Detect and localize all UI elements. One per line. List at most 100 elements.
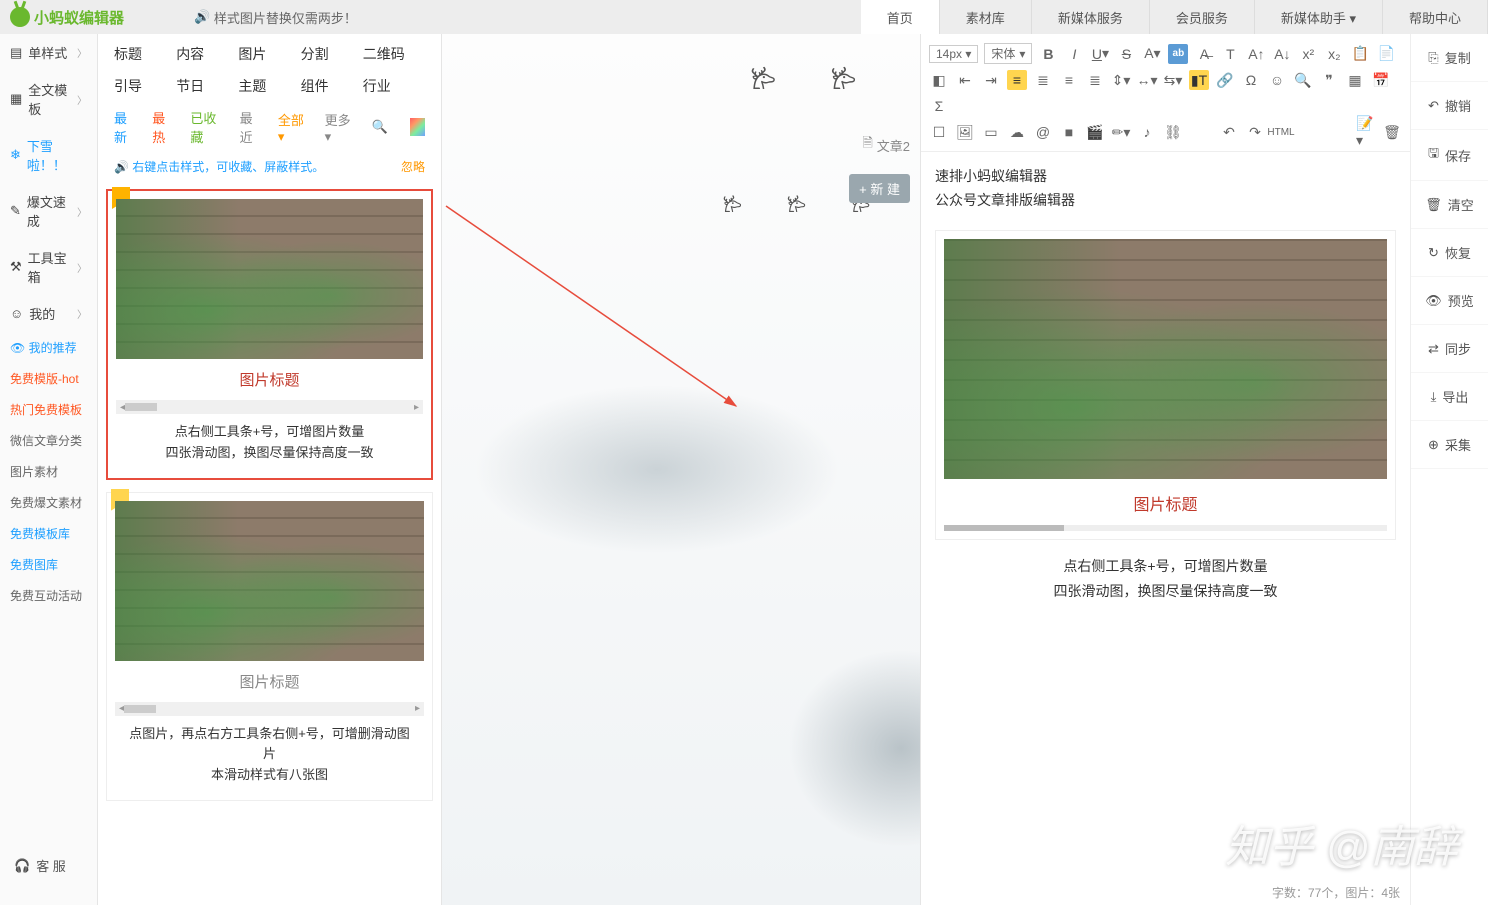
sidebar-item[interactable]: ⚒工具宝箱〉 <box>0 239 97 295</box>
category-tab[interactable]: 行业 <box>363 76 425 96</box>
copy-icon[interactable]: 📄 <box>1376 44 1396 64</box>
topnav-item[interactable]: 会员服务 <box>1150 0 1255 34</box>
card-image[interactable] <box>116 199 423 359</box>
link-icon[interactable]: 🔗 <box>1215 70 1235 90</box>
italic-icon[interactable]: I <box>1064 44 1084 64</box>
subscript-icon[interactable]: x₂ <box>1324 44 1344 64</box>
sidebar-sub-item[interactable]: 免费模板库 <box>0 518 97 549</box>
ignore-button[interactable]: 忽略 <box>401 158 425 175</box>
emoji-icon[interactable]: ☺ <box>1267 70 1287 90</box>
sidebar-item[interactable]: ❄下雪啦！！ <box>0 127 97 183</box>
action-导出[interactable]: ⤓导出 <box>1411 373 1488 421</box>
topnav-item[interactable]: 新媒体助手 ▾ <box>1255 0 1383 34</box>
letter-spacing-icon[interactable]: ⇆▾ <box>1163 70 1183 90</box>
sidebar-sub-item[interactable]: 免费互动活动 <box>0 580 97 611</box>
spacing-icon[interactable]: ↔▾ <box>1137 70 1157 90</box>
edit-icon[interactable]: 📝▾ <box>1356 122 1376 142</box>
font-size-select[interactable]: 14px ▾ <box>929 45 978 63</box>
align-right-icon[interactable]: ≡ <box>1059 70 1079 90</box>
trash-icon[interactable]: 🗑 <box>1382 122 1402 142</box>
card-title[interactable]: 图片标题 <box>944 479 1387 521</box>
sidebar-item[interactable]: ▤单样式〉 <box>0 34 97 71</box>
filter-latest[interactable]: 最新 <box>114 108 136 146</box>
eraser-icon[interactable]: ◧ <box>929 70 949 90</box>
align-center-icon[interactable]: ≣ <box>1033 70 1053 90</box>
category-tab[interactable]: 组件 <box>301 76 363 96</box>
quote-icon[interactable]: ❞ <box>1319 70 1339 90</box>
bold-icon[interactable]: B <box>1038 44 1058 64</box>
bg-color-icon[interactable]: ab <box>1168 44 1188 64</box>
chevron-right-icon[interactable]: ▸ <box>414 402 419 413</box>
sidebar-sub-item[interactable]: 热门免费模板 <box>0 394 97 425</box>
table-icon[interactable]: ▦ <box>1345 70 1365 90</box>
clear-format-icon[interactable]: A̶ <box>1194 44 1214 64</box>
omega-icon[interactable]: Ω <box>1241 70 1261 90</box>
editor-body[interactable]: 速排小蚂蚁编辑器 公众号文章排版编辑器 图片标题 点右侧工具条+号，可增图片数量… <box>921 152 1410 905</box>
font-color-icon[interactable]: A▾ <box>1142 44 1162 64</box>
indent-right-icon[interactable]: ⇥ <box>981 70 1001 90</box>
app-logo[interactable]: 小蚂蚁编辑器 <box>0 7 134 28</box>
editor-style-card[interactable]: 图片标题 <box>935 230 1396 540</box>
align-justify-icon[interactable]: ≣ <box>1085 70 1105 90</box>
action-同步[interactable]: ⇄同步 <box>1411 325 1488 373</box>
filter-fav[interactable]: 已收藏 <box>190 108 223 146</box>
category-tab[interactable]: 引导 <box>114 76 176 96</box>
topnav-item[interactable]: 素材库 <box>940 0 1032 34</box>
topnav-item[interactable]: 帮助中心 <box>1383 0 1488 34</box>
card-image[interactable] <box>944 239 1387 479</box>
chevron-right-icon[interactable]: ▸ <box>415 703 420 714</box>
paste-icon[interactable]: 📋 <box>1350 44 1370 64</box>
highlight-icon[interactable]: ▮T <box>1189 70 1209 90</box>
action-清空[interactable]: 🗑清空 <box>1411 181 1488 229</box>
color-picker-icon[interactable] <box>410 118 425 136</box>
slider-thumb[interactable] <box>124 705 156 713</box>
underline-icon[interactable]: U▾ <box>1090 44 1110 64</box>
music-icon[interactable]: ♪ <box>1137 122 1157 142</box>
category-tab[interactable]: 内容 <box>176 44 238 64</box>
category-tab[interactable]: 分割 <box>301 44 363 64</box>
action-撤销[interactable]: ↶撤销 <box>1411 82 1488 130</box>
cloud-icon[interactable]: ☁ <box>1007 122 1027 142</box>
category-tab[interactable]: 图片 <box>238 44 300 64</box>
card-image[interactable] <box>115 501 424 661</box>
sidebar-sub-item[interactable]: 免费爆文素材 <box>0 487 97 518</box>
sum-icon[interactable]: Σ <box>929 96 949 116</box>
at-icon[interactable]: @ <box>1033 122 1053 142</box>
topnav-item[interactable]: 首页 <box>861 0 940 34</box>
category-tab[interactable]: 节日 <box>176 76 238 96</box>
sidebar-sub-item[interactable]: 免费图库 <box>0 549 97 580</box>
slider-bar[interactable]: ◂▸ <box>116 400 423 414</box>
html-button[interactable]: HTML <box>1271 122 1291 142</box>
slider-bar[interactable]: ◂▸ <box>115 702 424 716</box>
image-icon[interactable]: 🖼 <box>955 122 975 142</box>
category-tab[interactable]: 主题 <box>238 76 300 96</box>
sidebar-item[interactable]: ▦全文模板〉 <box>0 71 97 127</box>
film-icon[interactable]: 🎬 <box>1085 122 1105 142</box>
topnav-item[interactable]: 新媒体服务 <box>1032 0 1150 34</box>
category-tab[interactable]: 标题 <box>114 44 176 64</box>
filter-all[interactable]: 全部 ▾ <box>278 110 309 145</box>
sidebar-sub-item[interactable]: 👁 我的推荐 <box>0 332 97 363</box>
strike-icon[interactable]: S <box>1116 44 1136 64</box>
document-tab[interactable]: 🗎 文章2 <box>862 134 910 156</box>
indent-left-icon[interactable]: ⇤ <box>955 70 975 90</box>
search-icon[interactable]: 🔍 <box>371 119 387 135</box>
frame-icon[interactable]: ▭ <box>981 122 1001 142</box>
chain-icon[interactable]: ⛓ <box>1163 122 1183 142</box>
new-button[interactable]: + 新 建 <box>849 174 910 203</box>
text-icon[interactable]: T <box>1220 44 1240 64</box>
style-card[interactable]: 图片标题 ◂▸ 点右侧工具条+号，可增图片数量四张滑动图，换图尽量保持高度一致 <box>106 189 433 480</box>
sidebar-sub-item[interactable]: 图片素材 <box>0 456 97 487</box>
action-复制[interactable]: ⎘复制 <box>1411 34 1488 82</box>
sidebar-sub-item[interactable]: 微信文章分类 <box>0 425 97 456</box>
action-保存[interactable]: 🖫保存 <box>1411 130 1488 181</box>
font-down-icon[interactable]: A↓ <box>1272 44 1292 64</box>
font-family-select[interactable]: 宋体▾ <box>984 43 1032 64</box>
filter-more[interactable]: 更多 ▾ <box>325 110 356 145</box>
line-height-icon[interactable]: ⇕▾ <box>1111 70 1131 90</box>
align-left-icon[interactable]: ≡ <box>1007 70 1027 90</box>
scroll-indicator[interactable] <box>944 525 1387 531</box>
brush-icon[interactable]: ✏▾ <box>1111 122 1131 142</box>
sidebar-item[interactable]: ☺我的〉 <box>0 295 97 332</box>
select-all-icon[interactable]: ☐ <box>929 122 949 142</box>
